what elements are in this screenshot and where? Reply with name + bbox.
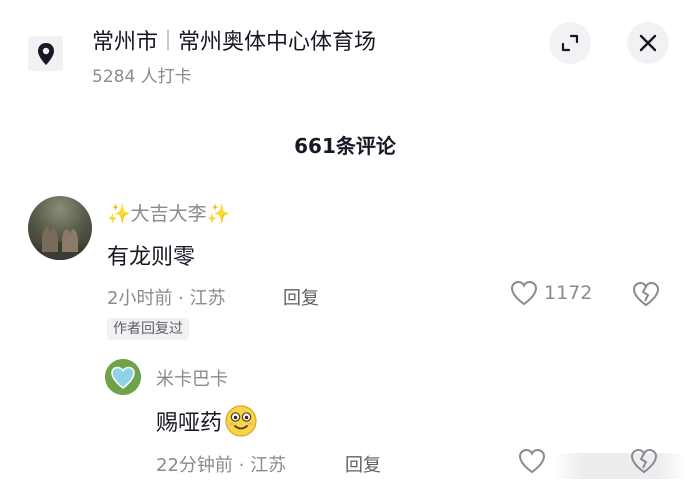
avatar-image [32,227,88,260]
watermark-overlay [555,453,685,479]
avatar-image [105,359,141,395]
heart-outline-icon [510,280,538,306]
broken-heart-icon [632,281,660,307]
reply-author-name[interactable]: 米卡巴卡 [156,365,228,391]
broken-heart-icon [630,448,658,474]
reply-dislike-button[interactable] [630,448,658,478]
reply-timestamp-location: 22分钟前 · 江苏 [156,455,287,476]
location-title[interactable]: 常州市 常州奥体中心体育场 [92,24,376,56]
comment-timestamp-location: 2小时前 · 江苏 [107,288,226,309]
smiling-face-emoji [225,405,257,437]
location-icon-box [28,36,63,71]
reply-reply-button[interactable]: 回复 [345,451,381,477]
avatar[interactable] [28,196,92,260]
comment-author-name[interactable]: ✨大吉大李✨ [107,199,230,226]
like-button[interactable]: 1172 [510,280,592,306]
author-replied-badge: 作者回复过 [107,318,189,340]
dislike-button[interactable] [632,281,660,311]
heart-outline-icon [518,448,546,474]
checkin-count: 5284 人打卡 [92,67,192,87]
expand-icon [561,34,579,52]
city-name: 常州市 [92,30,159,55]
reply-text: 赐哑药 [156,411,223,436]
reply-button[interactable]: 回复 [283,284,319,310]
expand-button[interactable] [549,22,591,64]
title-divider [167,30,170,50]
venue-name: 常州奥体中心体育场 [178,30,377,55]
like-count: 1172 [544,282,593,304]
reply-like-button[interactable] [518,448,546,478]
reply-text-row: 赐哑药 [156,404,258,438]
close-icon [639,34,657,52]
comment-count-title: 661条评论 [294,134,396,158]
comment-text: 有龙则零 [107,245,196,270]
close-button[interactable] [627,22,669,64]
map-pin-icon [37,42,54,65]
reply-avatar[interactable] [105,359,141,395]
